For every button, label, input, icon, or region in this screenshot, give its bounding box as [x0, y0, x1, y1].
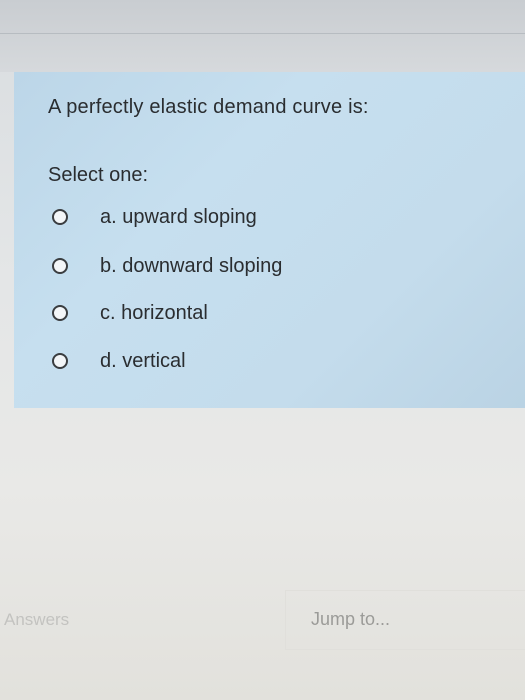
- jump-to-label: Jump to...: [311, 609, 391, 629]
- radio-button-icon[interactable]: [52, 353, 68, 369]
- radio-button-icon[interactable]: [52, 258, 68, 274]
- select-one-prompt: Select one:: [48, 164, 149, 186]
- radio-button-icon[interactable]: [52, 209, 68, 225]
- question-text: A perfectly elastic demand curve is:: [48, 96, 369, 118]
- option-label: c. horizontal: [100, 301, 208, 324]
- answers-link[interactable]: Answers: [4, 610, 69, 630]
- option-c[interactable]: c. horizontal: [52, 299, 208, 327]
- option-a[interactable]: a. upward sloping: [52, 203, 257, 231]
- top-bar: [0, 0, 525, 72]
- option-b[interactable]: b. downward sloping: [52, 252, 282, 280]
- question-card: A perfectly elastic demand curve is: Sel…: [14, 72, 525, 408]
- radio-button-icon[interactable]: [52, 305, 68, 321]
- jump-to-select[interactable]: Jump to...: [285, 590, 525, 650]
- top-divider: [0, 33, 525, 34]
- option-label: a. upward sloping: [100, 205, 257, 228]
- option-label: b. downward sloping: [100, 254, 283, 277]
- option-d[interactable]: d. vertical: [52, 347, 186, 375]
- option-label: d. vertical: [100, 349, 186, 372]
